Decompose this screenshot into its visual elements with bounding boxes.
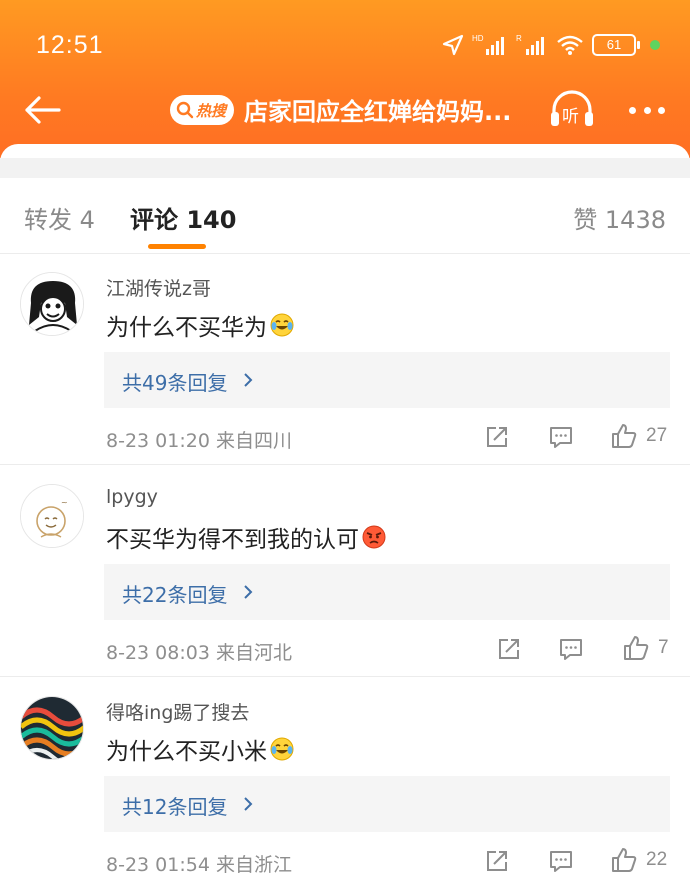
share-button[interactable] — [484, 424, 510, 450]
comment-button[interactable] — [548, 424, 574, 450]
avatar-image — [21, 697, 83, 759]
like-count: 22 — [646, 849, 668, 870]
status-icons: HD R 61 — [442, 30, 660, 60]
like-count: 27 — [646, 425, 668, 446]
avatar-image: ~ — [21, 485, 83, 547]
hot-badge-label: 热搜 — [196, 101, 227, 120]
nav-bar: 热搜 店家回应全红婵给妈妈... 听 — [0, 80, 690, 140]
laugh-cry-emoji-icon — [270, 737, 294, 761]
share-button[interactable] — [496, 636, 522, 662]
battery-icon: 61 — [592, 34, 640, 56]
section-gap — [0, 158, 690, 178]
comment-icon — [550, 427, 572, 448]
comment-button[interactable] — [548, 848, 574, 874]
listen-button[interactable]: 听 — [548, 86, 596, 134]
comment-item: 江湖传说z哥 为什么不买华为 共49条回复 8-23 01:20 来自四川 27 — [0, 254, 690, 466]
hot-search-badge[interactable]: 热搜 — [170, 95, 234, 125]
like-button[interactable]: 27 — [610, 422, 667, 450]
comment-body: 为什么不买华为 — [106, 315, 267, 341]
more-button[interactable] — [625, 88, 669, 132]
more-dot — [658, 106, 665, 114]
page-title[interactable]: 店家回应全红婵给妈妈... — [244, 92, 511, 127]
comment-meta: 8-23 01:54 来自浙江 — [106, 854, 292, 876]
thumbs-up-icon — [624, 636, 649, 660]
charging-dot — [650, 40, 660, 50]
svg-text:~: ~ — [61, 498, 68, 507]
chevron-right-icon — [244, 373, 253, 387]
comment-username[interactable]: 得咯ing踢了搜去 — [106, 698, 249, 725]
signal-hd-icon: HD — [472, 34, 504, 55]
comment-text: 为什么不买华为 — [106, 308, 294, 342]
tab-bar: 转发 4 评论 140 赞 1438 — [0, 178, 690, 254]
thumbs-up-icon — [612, 424, 637, 448]
signal-r-icon: R — [516, 34, 544, 55]
comment-text: 不买华为得不到我的认可 — [106, 520, 386, 554]
comment-item: 得咯ing踢了搜去 为什么不买小米 共12条回复 8-23 01:54 来自浙江… — [0, 678, 690, 890]
comment-username[interactable]: lpygy — [106, 486, 158, 508]
like-count: 7 — [658, 637, 669, 658]
replies-link[interactable]: 共49条回复 — [104, 352, 670, 408]
svg-text:听: 听 — [562, 107, 579, 127]
chevron-right-icon — [244, 797, 253, 811]
avatar[interactable] — [20, 272, 84, 336]
share-button[interactable] — [484, 848, 510, 874]
arrow-left-icon — [25, 96, 61, 124]
comment-body: 为什么不买小米 — [106, 739, 267, 765]
search-icon — [176, 101, 194, 119]
svg-text:HD: HD — [472, 34, 484, 43]
svg-text:R: R — [516, 34, 522, 43]
comment-item: ~ lpygy 不买华为得不到我的认可 共22条回复 8-23 08:03 来自… — [0, 466, 690, 678]
avatar-image — [21, 273, 83, 335]
back-button[interactable] — [20, 88, 64, 132]
comment-meta: 8-23 01:20 来自四川 — [106, 430, 292, 452]
status-bar: 12:51 HD R 61 — [0, 0, 690, 90]
divider — [0, 464, 690, 465]
comment-button[interactable] — [558, 636, 584, 662]
like-button[interactable]: 7 — [622, 634, 669, 662]
replies-count: 共22条回复 — [122, 583, 228, 607]
location-icon — [442, 34, 464, 56]
angry-emoji-icon — [362, 525, 386, 549]
comment-username[interactable]: 江湖传说z哥 — [106, 274, 211, 301]
chevron-right-icon — [244, 585, 253, 599]
active-tab-indicator — [148, 244, 206, 249]
avatar[interactable]: ~ — [20, 484, 84, 548]
replies-count: 共12条回复 — [122, 795, 228, 819]
comment-icon — [550, 851, 572, 872]
comment-meta: 8-23 08:03 来自河北 — [106, 642, 292, 664]
more-dot — [629, 106, 636, 114]
tab-comments[interactable]: 评论 140 — [130, 200, 236, 235]
laugh-cry-emoji-icon — [270, 313, 294, 337]
replies-count: 共49条回复 — [122, 371, 228, 395]
tab-likes[interactable]: 赞 1438 — [573, 200, 666, 235]
tab-repost[interactable]: 转发 4 — [24, 200, 95, 235]
share-icon — [499, 639, 519, 659]
thumbs-up-icon — [612, 848, 637, 872]
comment-text: 为什么不买小米 — [106, 732, 294, 766]
like-button[interactable]: 22 — [610, 846, 667, 874]
status-time: 12:51 — [36, 31, 104, 59]
wifi-icon — [557, 35, 583, 55]
avatar[interactable] — [20, 696, 84, 760]
more-dot — [643, 106, 651, 114]
divider — [0, 676, 690, 677]
share-icon — [487, 427, 507, 447]
content-sheet: 转发 4 评论 140 赞 1438 江湖传说z哥 为什么不买华为 共49条回复… — [0, 144, 690, 891]
comment-icon — [560, 639, 582, 660]
headphones-icon: 听 — [551, 90, 593, 127]
replies-link[interactable]: 共12条回复 — [104, 776, 670, 832]
share-icon — [487, 851, 507, 871]
replies-link[interactable]: 共22条回复 — [104, 564, 670, 620]
comment-body: 不买华为得不到我的认可 — [106, 527, 359, 553]
